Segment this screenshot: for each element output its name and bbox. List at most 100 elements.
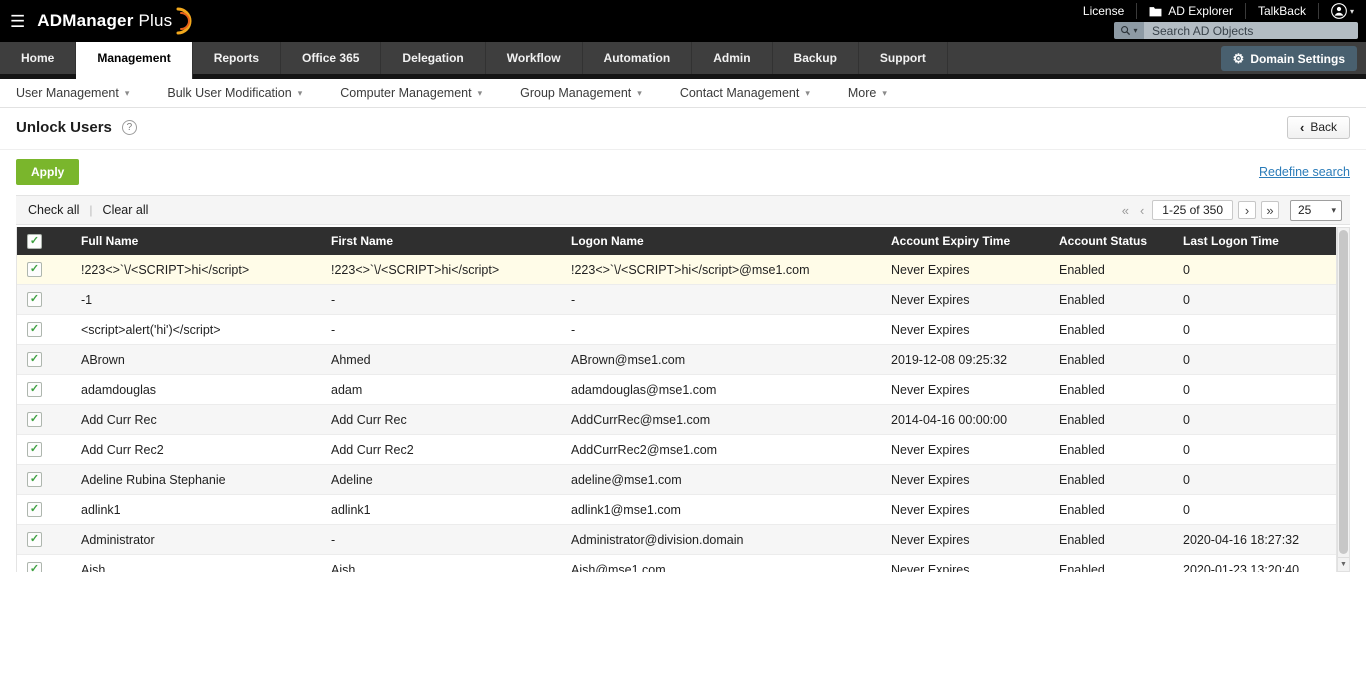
table-row[interactable]: ✓ -1 - - Never Expires Enabled 0 (17, 285, 1336, 315)
cell-full-name: adlink1 (71, 503, 321, 517)
row-checkbox[interactable]: ✓ (27, 382, 42, 397)
cell-last-logon: 2020-01-23 13:20:40 (1173, 563, 1336, 573)
topbar: ☰ ADManagerPlus License AD Explorer Talk… (0, 0, 1366, 42)
cell-account-status: Enabled (1049, 353, 1173, 367)
cell-first-name: Aish (321, 563, 561, 573)
vertical-scrollbar[interactable]: ▼ (1337, 227, 1350, 572)
subnav-item[interactable]: More ▾ (848, 86, 887, 100)
menu-icon[interactable]: ☰ (10, 13, 25, 30)
talkback-link[interactable]: TalkBack (1245, 3, 1318, 19)
cell-full-name: Add Curr Rec (71, 413, 321, 427)
chevron-down-icon: ▾ (298, 88, 303, 99)
row-checkbox[interactable]: ✓ (27, 502, 42, 517)
subnav-item-label: More (848, 86, 876, 100)
subnav-item-label: Group Management (520, 86, 631, 100)
subnav-item[interactable]: Group Management ▾ (520, 86, 642, 100)
cell-last-logon: 0 (1173, 383, 1336, 397)
first-page-button[interactable]: « (1119, 204, 1132, 217)
logo-swoosh-icon (174, 7, 194, 35)
table-row[interactable]: ✓ Aish Aish Aish@mse1.com Never Expires … (17, 555, 1336, 572)
select-all-checkbox[interactable]: ✓ (27, 234, 42, 249)
subnav-item-label: Bulk User Modification (167, 86, 291, 100)
cell-full-name: Adeline Rubina Stephanie (71, 473, 321, 487)
table-row[interactable]: ✓ Add Curr Rec Add Curr Rec AddCurrRec@m… (17, 405, 1336, 435)
license-link[interactable]: License (1071, 3, 1136, 19)
table-row[interactable]: ✓ Administrator - Administrator@division… (17, 525, 1336, 555)
scrollbar-thumb[interactable] (1339, 230, 1348, 554)
redefine-search-link[interactable]: Redefine search (1259, 165, 1350, 179)
subnav-item[interactable]: Contact Management ▾ (680, 86, 810, 100)
chevron-down-icon: ▾ (1331, 205, 1336, 216)
table-row[interactable]: ✓ !223<>`\/<SCRIPT>hi</script> !223<>`\/… (17, 255, 1336, 285)
row-checkbox[interactable]: ✓ (27, 412, 42, 427)
last-page-button[interactable]: » (1261, 201, 1279, 219)
row-checkbox-cell: ✓ (17, 412, 71, 427)
title-left: Unlock Users ? (16, 119, 137, 136)
table: ✓ Full Name First Name Logon Name Accoun… (16, 227, 1337, 572)
table-row[interactable]: ✓ Adeline Rubina Stephanie Adeline adeli… (17, 465, 1336, 495)
nav-tab[interactable]: Home (0, 42, 76, 74)
header-account-expiry[interactable]: Account Expiry Time (881, 234, 1049, 248)
nav-tab[interactable]: Management (76, 42, 192, 79)
nav-tab[interactable]: Delegation (381, 42, 485, 74)
cell-full-name: !223<>`\/<SCRIPT>hi</script> (71, 263, 321, 277)
row-checkbox[interactable]: ✓ (27, 442, 42, 457)
table-row[interactable]: ✓ adamdouglas adam adamdouglas@mse1.com … (17, 375, 1336, 405)
pagination: « ‹ 1-25 of 350 › » 25 ▾ (1119, 200, 1342, 221)
user-menu[interactable]: ▾ (1318, 3, 1358, 19)
nav-tab[interactable]: Reports (193, 42, 281, 74)
nav-tab[interactable]: Admin (692, 42, 772, 74)
nav-tab[interactable]: Office 365 (281, 42, 381, 74)
table-row[interactable]: ✓ adlink1 adlink1 adlink1@mse1.com Never… (17, 495, 1336, 525)
help-icon[interactable]: ? (122, 120, 137, 135)
ad-search: ▾ (1114, 22, 1358, 39)
nav-tab[interactable]: Backup (773, 42, 859, 74)
subnav-item[interactable]: Bulk User Modification ▾ (167, 86, 302, 100)
cell-account-expiry: 2014-04-16 00:00:00 (881, 413, 1049, 427)
table-row[interactable]: ✓ <script>alert('hi')</script> - - Never… (17, 315, 1336, 345)
row-checkbox[interactable]: ✓ (27, 562, 42, 572)
page-size-select[interactable]: 25 ▾ (1290, 200, 1342, 221)
nav-tab[interactable]: Support (859, 42, 948, 74)
chevron-down-icon: ▾ (125, 88, 130, 99)
scroll-down-arrow[interactable]: ▼ (1338, 557, 1349, 571)
table-row[interactable]: ✓ Add Curr Rec2 Add Curr Rec2 AddCurrRec… (17, 435, 1336, 465)
cell-logon-name: AddCurrRec@mse1.com (561, 413, 881, 427)
nav-tab[interactable]: Workflow (486, 42, 583, 74)
apply-button[interactable]: Apply (16, 159, 79, 185)
back-button[interactable]: ‹ Back (1287, 116, 1350, 139)
header-account-status[interactable]: Account Status (1049, 234, 1173, 248)
subnav-item[interactable]: Computer Management ▾ (340, 86, 482, 100)
check-all-link[interactable]: Check all (28, 203, 79, 217)
cell-first-name: Ahmed (321, 353, 561, 367)
search-scope-dropdown[interactable]: ▾ (1114, 22, 1144, 39)
cell-account-expiry: Never Expires (881, 473, 1049, 487)
row-checkbox[interactable]: ✓ (27, 352, 42, 367)
row-checkbox[interactable]: ✓ (27, 262, 42, 277)
row-checkbox[interactable]: ✓ (27, 532, 42, 547)
cell-last-logon: 0 (1173, 443, 1336, 457)
search-input[interactable] (1144, 22, 1358, 39)
header-first-name[interactable]: First Name (321, 234, 561, 248)
next-page-button[interactable]: › (1238, 201, 1256, 219)
header-logon-name[interactable]: Logon Name (561, 234, 881, 248)
brand-suffix: Plus (139, 11, 173, 31)
subnav-item[interactable]: User Management ▾ (16, 86, 129, 100)
cell-first-name: Add Curr Rec (321, 413, 561, 427)
header-last-logon[interactable]: Last Logon Time (1173, 234, 1336, 248)
cell-account-status: Enabled (1049, 413, 1173, 427)
domain-settings-button[interactable]: ⚙ Domain Settings (1221, 46, 1357, 71)
prev-page-button[interactable]: ‹ (1137, 204, 1147, 217)
table-row[interactable]: ✓ ABrown Ahmed ABrown@mse1.com 2019-12-0… (17, 345, 1336, 375)
cell-full-name: ABrown (71, 353, 321, 367)
row-checkbox[interactable]: ✓ (27, 292, 42, 307)
row-checkbox[interactable]: ✓ (27, 472, 42, 487)
row-checkbox-cell: ✓ (17, 292, 71, 307)
clear-all-link[interactable]: Clear all (103, 203, 149, 217)
ad-explorer-link[interactable]: AD Explorer (1136, 3, 1245, 19)
nav-tab[interactable]: Automation (583, 42, 693, 74)
cell-first-name: !223<>`\/<SCRIPT>hi</script> (321, 263, 561, 277)
row-checkbox[interactable]: ✓ (27, 322, 42, 337)
header-full-name[interactable]: Full Name (71, 234, 321, 248)
topbar-links: License AD Explorer TalkBack ▾ (1071, 3, 1358, 19)
